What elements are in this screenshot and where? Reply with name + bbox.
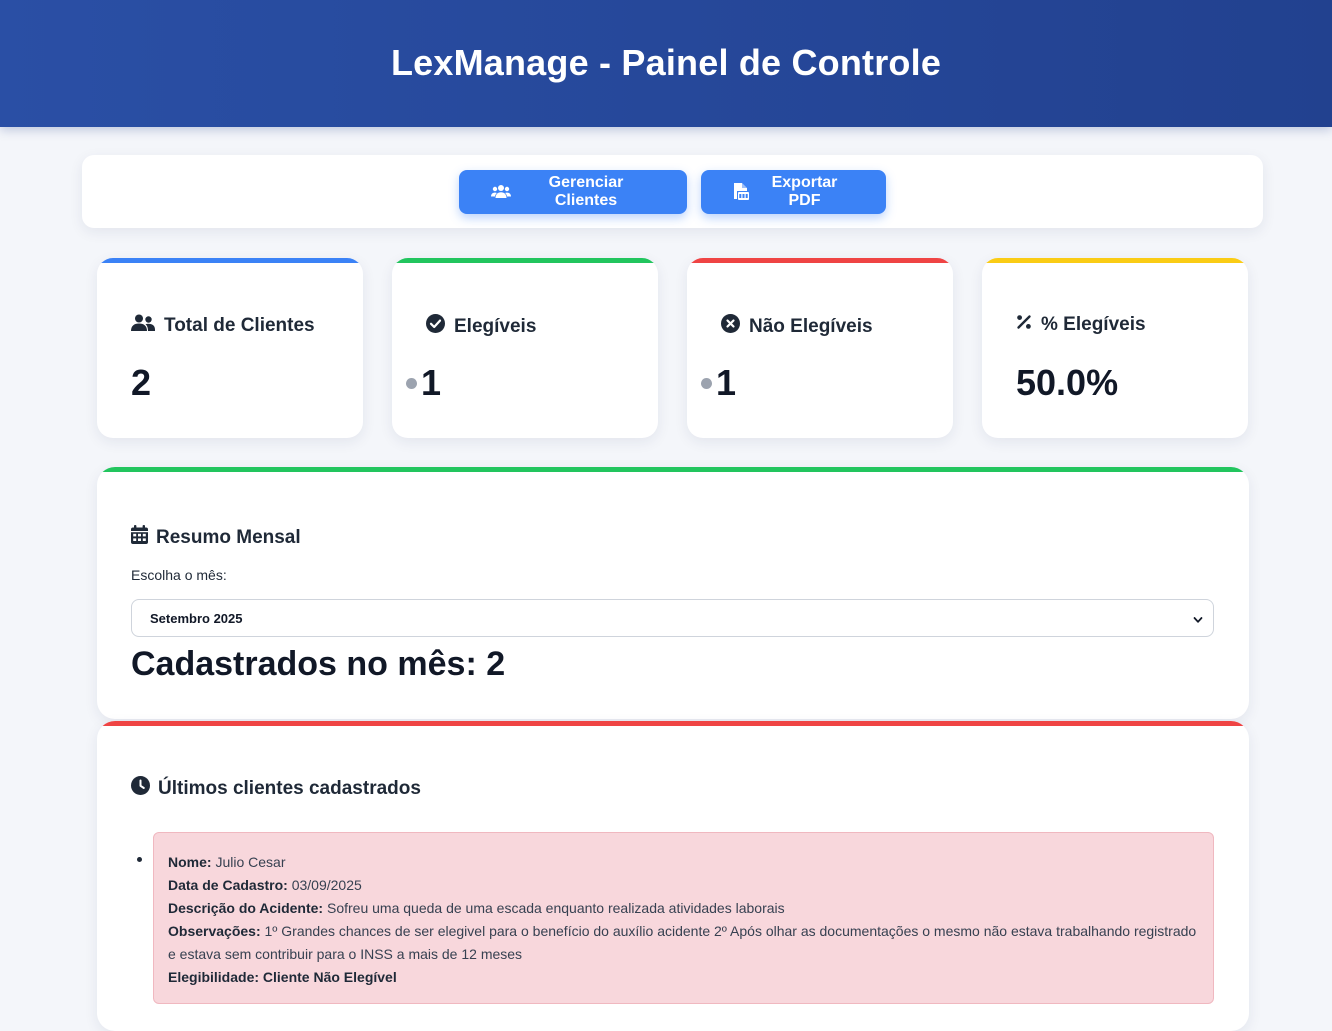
- users-icon: [131, 314, 155, 338]
- client-obs: 1º Grandes chances de ser elegivel para …: [168, 923, 1197, 962]
- recent-clients-list: Nome: Julio Cesar Data de Cadastro: 03/0…: [137, 832, 1214, 1004]
- list-item: Nome: Julio Cesar Data de Cadastro: 03/0…: [137, 832, 1214, 1004]
- client-name-label: Nome:: [168, 854, 212, 870]
- list-bullet: [137, 857, 142, 862]
- client-desc-label: Descrição do Acidente:: [168, 900, 324, 916]
- stat-card-eligible: Elegíveis 1: [392, 258, 658, 438]
- client-eligibility: Cliente Não Elegível: [262, 969, 397, 985]
- stat-title: Elegíveis: [454, 315, 537, 337]
- stat-card-total-clients: Total de Clientes 2: [97, 258, 363, 438]
- client-name: Julio Cesar: [215, 854, 286, 870]
- stat-value: 2: [131, 362, 152, 403]
- manage-clients-button[interactable]: Gerenciar Clientes: [459, 169, 687, 214]
- indicator-dot: [701, 377, 712, 389]
- chevron-down-icon: [1193, 613, 1203, 628]
- check-circle-icon: [426, 314, 445, 339]
- recent-clients-title: Últimos clientes cadastrados: [158, 777, 421, 799]
- toolbar: Gerenciar Clientes Exportar PDF: [82, 155, 1263, 228]
- export-pdf-label: Exportar PDF: [771, 173, 838, 209]
- stat-value: 1: [421, 362, 442, 403]
- page-header: LexManage - Painel de Controle: [0, 0, 1332, 127]
- export-pdf-button[interactable]: Exportar PDF: [701, 169, 886, 214]
- manage-clients-label: Gerenciar Clientes: [548, 173, 624, 209]
- client-date: 03/09/2025: [291, 877, 362, 893]
- monthly-summary-title: Resumo Mensal: [156, 526, 301, 548]
- stat-value: 1: [716, 362, 737, 403]
- calendar-icon: [131, 525, 148, 550]
- client-obs-label: Observações:: [168, 923, 261, 939]
- stat-card-percent-eligible: % Elegíveis 50.0%: [982, 258, 1248, 438]
- indicator-dot: [406, 377, 417, 389]
- client-date-label: Data de Cadastro:: [168, 877, 288, 893]
- monthly-summary-panel: Resumo Mensal Escolha o mês: Setembro 20…: [97, 467, 1249, 719]
- stat-title: Não Elegíveis: [749, 315, 873, 337]
- recent-clients-panel: Últimos clientes cadastrados Nome: Julio…: [97, 721, 1249, 1031]
- stat-value: 50.0%: [1016, 362, 1119, 403]
- client-elig-label: Elegibilidade:: [168, 969, 260, 985]
- x-circle-icon: [721, 314, 740, 339]
- monthly-count: Cadastrados no mês: 2: [131, 645, 506, 683]
- client-card: Nome: Julio Cesar Data de Cadastro: 03/0…: [153, 832, 1214, 1004]
- month-select-value: Setembro 2025: [150, 610, 243, 626]
- clock-icon: [131, 776, 150, 801]
- users-icon: [491, 184, 511, 200]
- file-pdf-icon: [733, 183, 749, 200]
- stat-title: % Elegíveis: [1041, 314, 1146, 335]
- percent-icon: [1016, 314, 1032, 336]
- stat-title: Total de Clientes: [164, 315, 315, 336]
- stat-card-not-eligible: Não Elegíveis 1: [687, 258, 953, 438]
- month-select-label: Escolha o mês:: [131, 567, 227, 583]
- page-title: LexManage - Painel de Controle: [390, 41, 942, 83]
- month-select[interactable]: Setembro 2025: [131, 599, 1214, 637]
- client-desc: Sofreu uma queda de uma escada enquanto …: [326, 900, 785, 916]
